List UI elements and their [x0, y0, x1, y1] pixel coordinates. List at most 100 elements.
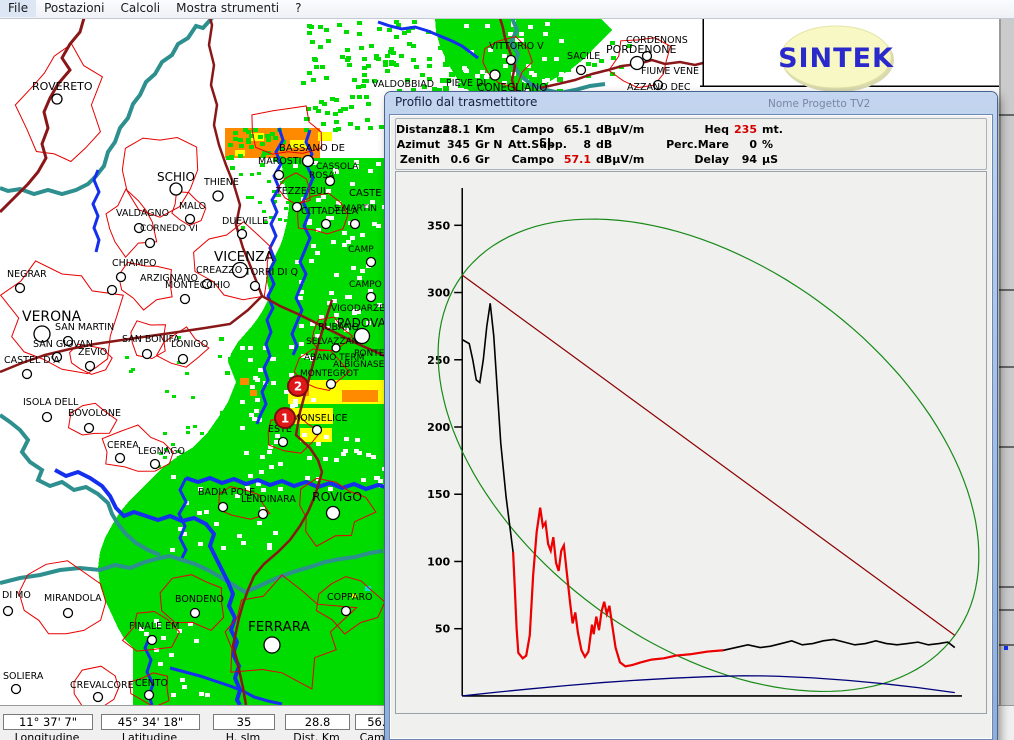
status-value-longitudine: 11° 37' 7": [3, 714, 93, 730]
town-label: CENTO: [135, 678, 168, 689]
header-hu: dBµV/m: [591, 123, 661, 138]
town-label: TEZZE SUL: [275, 186, 329, 197]
town-circle: [179, 355, 188, 364]
town-label: MIRANDOLA: [44, 593, 102, 604]
chart-y-tick-label: 150: [427, 488, 450, 501]
earth-curvature: [462, 676, 955, 696]
header-hu: dBµV/m: [591, 153, 661, 168]
transmitter-marker-number: 1: [281, 412, 289, 426]
town-label: S.MARTIN: [334, 204, 377, 214]
terrain-profile: [462, 303, 955, 666]
town-circle: [191, 609, 200, 618]
town-label: LENDINARA: [241, 494, 296, 505]
town-circle: [181, 295, 190, 304]
town-label: THIENE: [203, 177, 239, 188]
header-hl: Perc.Mare: [661, 138, 729, 153]
profile-dialog[interactable]: Profilo dal trasmettitore Nome Progetto …: [385, 92, 997, 740]
header-hl: Azimut: [396, 138, 440, 153]
town-circle: [94, 693, 103, 702]
town-circle: [108, 286, 117, 295]
town-circle: [12, 685, 21, 694]
town-label: MONTECCHIO: [165, 280, 230, 291]
line-of-sight: [462, 275, 955, 635]
town-label: LEGNAGO: [138, 446, 185, 457]
town-label: CEREA: [107, 440, 139, 451]
town-label: ZEVIO: [78, 347, 107, 358]
menu-bar: FilePostazioniCalcoliMostra strumenti?: [0, 0, 1014, 19]
town-circle: [293, 203, 302, 212]
town-label: ISOLA DELL: [23, 397, 79, 408]
town-label: CORNEDO VI: [140, 224, 198, 234]
town-label: PORDENONE: [606, 43, 676, 56]
town-circle: [355, 329, 370, 344]
town-label: SCHIO: [157, 170, 195, 184]
town-label: NEGRAR: [7, 269, 47, 280]
town-label: VALDOBBIAD: [372, 79, 434, 90]
town-circle: [279, 438, 288, 447]
town-circle: [238, 230, 247, 239]
profile-chart-panel: 50100150200250300350: [395, 171, 987, 714]
town-label: FINALE EM: [129, 621, 179, 632]
town-circle: [327, 507, 340, 520]
town-circle: [259, 510, 268, 519]
town-label: CREAZZO: [196, 265, 242, 276]
header-hl: Zenith: [396, 153, 440, 168]
town-label: ROVIGO: [312, 489, 362, 504]
header-hu: %: [757, 138, 812, 153]
header-hv: 235: [729, 123, 757, 138]
town-label: BONDENO: [175, 594, 224, 605]
dialog-client-area: Distanza28.1KmCampo SL65.1dBµV/mHeq235mt…: [389, 114, 993, 740]
menu-item-file[interactable]: File: [0, 0, 36, 17]
town-circle: [16, 284, 25, 293]
town-circle: [213, 191, 223, 201]
town-label: SAN MARTIN: [55, 322, 114, 333]
chart-y-tick-label: 350: [427, 219, 450, 232]
header-hv: 0.6: [440, 153, 470, 168]
town-label: BASSANO DE: [279, 143, 345, 154]
header-hv: 28.1: [440, 123, 470, 138]
town-label: DUEVILLE: [222, 216, 268, 227]
town-circle: [23, 370, 32, 379]
town-circle: [577, 66, 586, 75]
menu-item-mostra-strumenti[interactable]: Mostra strumenti: [168, 0, 287, 17]
header-hl: Campo SL: [508, 123, 554, 138]
town-label: CASSOLA: [316, 162, 359, 172]
town-label: VITTORIO V: [489, 41, 544, 52]
status-label-latitudine: Latitudine: [95, 731, 204, 740]
town-label: CREVALCORE: [70, 680, 134, 691]
map-right-ruler: [999, 18, 1014, 705]
town-circle: [64, 609, 73, 618]
chart-y-tick-label: 300: [427, 287, 450, 300]
town-circle: [85, 424, 94, 433]
header-hl: Distanza: [396, 123, 440, 138]
header-hu: Km: [470, 123, 508, 138]
town-circle: [86, 362, 95, 371]
menu-item-calcoli[interactable]: Calcoli: [112, 0, 168, 17]
header-hl: Delay: [661, 153, 729, 168]
dialog-title: Profilo dal trasmettitore: [395, 95, 537, 109]
town-circle: [490, 70, 500, 80]
profile-header-panel: Distanza28.1KmCampo SL65.1dBµV/mHeq235mt…: [395, 118, 987, 170]
transmitter-marker-number: 2: [294, 380, 302, 394]
town-circle: [351, 220, 360, 229]
town-circle: [4, 607, 13, 616]
header-hv: 57.1: [554, 153, 591, 168]
header-hl: Campo: [508, 153, 554, 168]
town-circle: [43, 413, 52, 422]
town-circle: [313, 426, 322, 435]
town-label: CASTEL D'A: [4, 355, 60, 366]
project-ghost-label: Nome Progetto TV2: [768, 98, 870, 110]
profile-chart[interactable]: 50100150200250300350: [396, 172, 986, 713]
town-label: VICENZA: [214, 249, 275, 265]
status-label-distkm: Dist. Km: [279, 731, 354, 740]
town-label: CASTE: [349, 188, 382, 199]
menu-item-postazioni[interactable]: Postazioni: [36, 0, 112, 17]
header-hv: 0: [729, 138, 757, 153]
header-hu: dB: [591, 138, 661, 153]
menu-item-?[interactable]: ?: [287, 0, 309, 17]
header-hv: 94: [729, 153, 757, 168]
status-value-distkm: 28.8: [285, 714, 350, 730]
town-label: TORRI DI Q: [244, 267, 298, 278]
header-hv: 65.1: [554, 123, 591, 138]
chart-y-tick-label: 50: [435, 623, 451, 636]
